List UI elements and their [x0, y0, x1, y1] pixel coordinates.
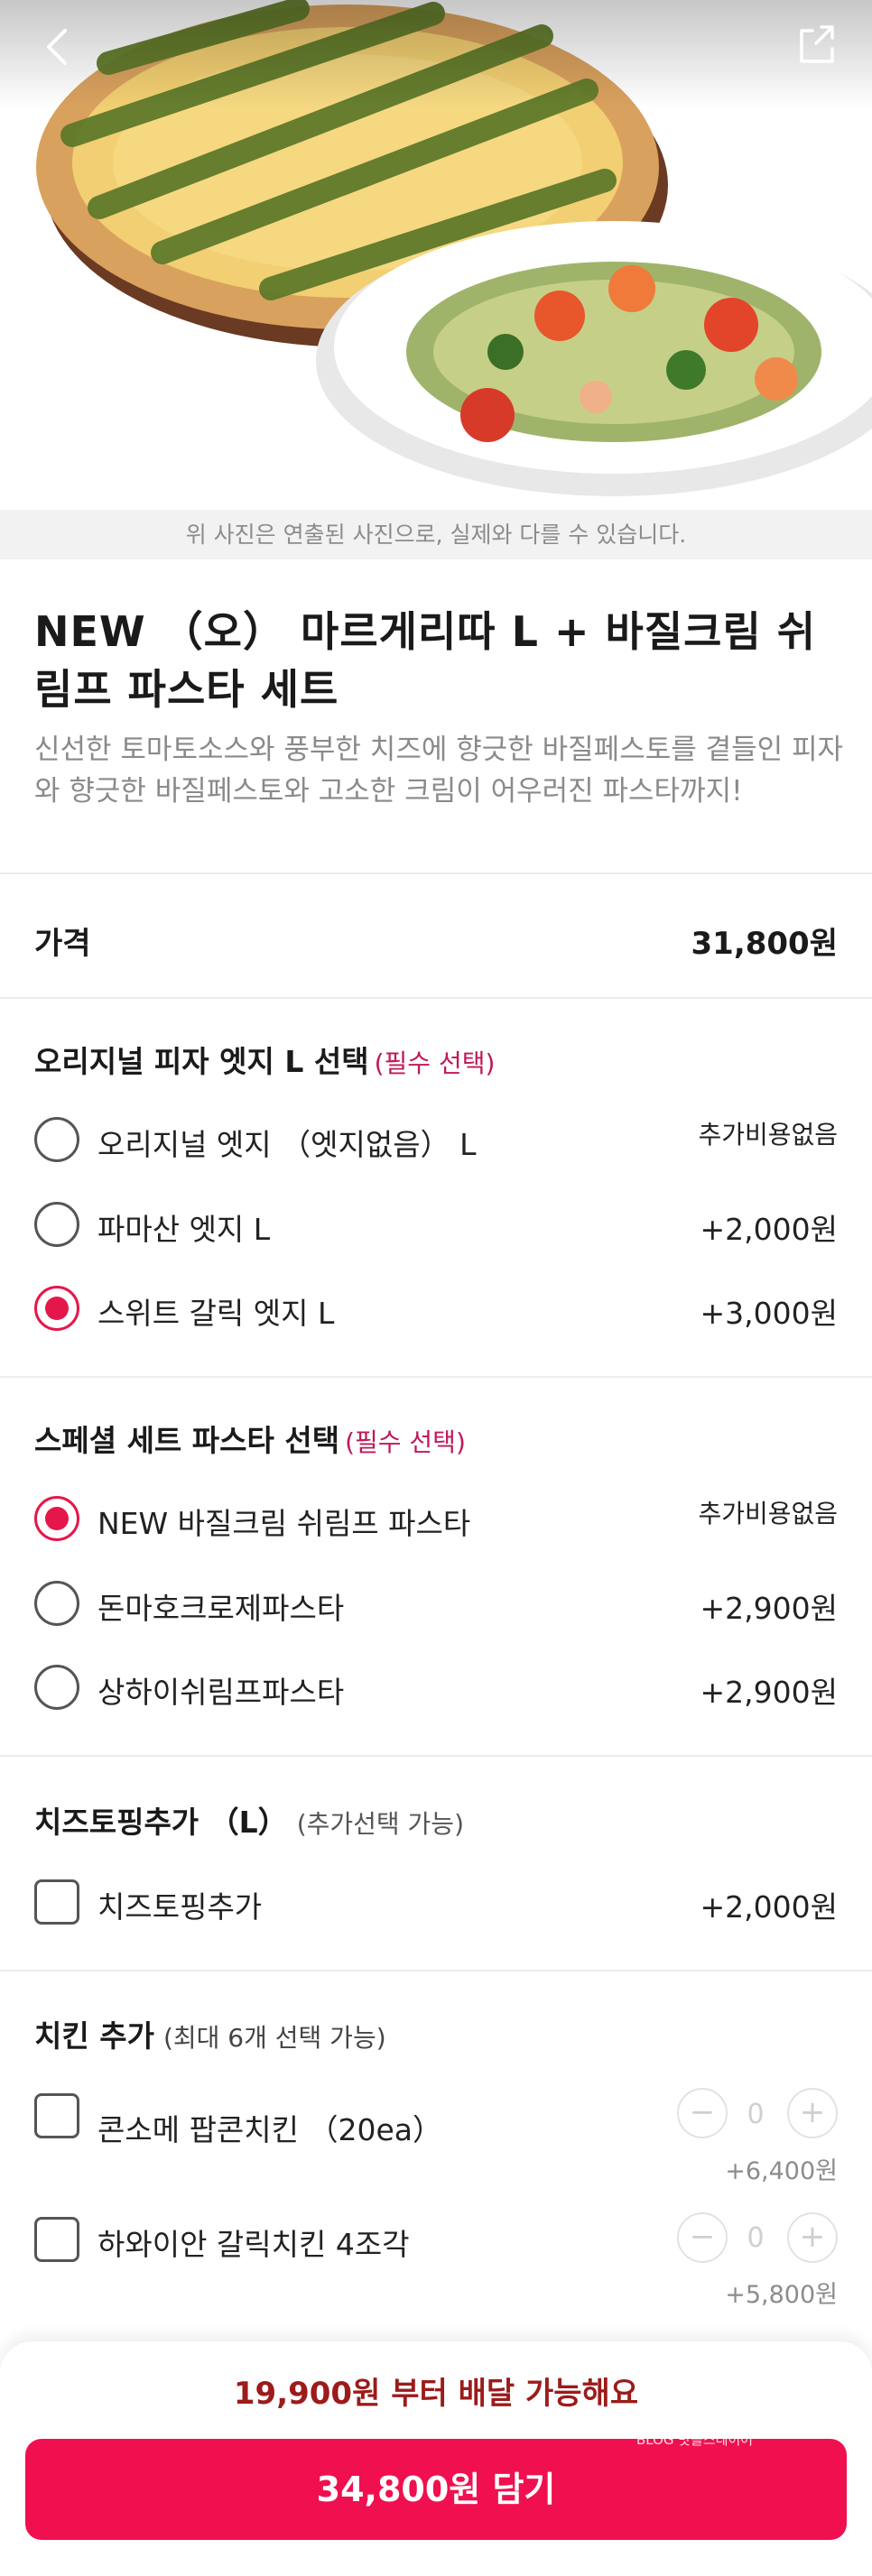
radio-button[interactable] [34, 1202, 79, 1247]
pasta-option-shanghai[interactable]: 상하이쉬림프파스타 +2,900원 [0, 1656, 872, 1719]
option-label: NEW 바질크림 쉬림프 파스타 [97, 1506, 471, 1541]
option-price: +2,000원 [700, 1212, 838, 1247]
pasta-section-title-text: 스페셜 세트 파스타 선택 [34, 1423, 340, 1458]
divider [0, 1970, 872, 1971]
cheese-option-topping[interactable]: 치즈토핑추가 +2,000원 [0, 1870, 872, 1934]
option-label: 상하이쉬림프파스타 [97, 1675, 345, 1710]
option-price: +6,400원 [725, 2157, 838, 2185]
quantity-minus-button[interactable]: − [677, 2212, 728, 2263]
radio-button-selected[interactable] [34, 1496, 79, 1541]
min-delivery-notice: 19,900원 부터 배달 가능해요 [233, 2376, 639, 2412]
required-tag: (필수 선택) [374, 1048, 496, 1078]
quantity-value: 0 [747, 2099, 765, 2130]
add-to-cart-button[interactable]: 34,800원 담기 [25, 2439, 847, 2540]
divider [0, 1755, 872, 1757]
radio-button[interactable] [34, 1665, 79, 1710]
chevron-left-icon [47, 29, 67, 65]
edge-option-parmesan[interactable]: 파마산 엣지 L +2,000원 [0, 1193, 872, 1256]
product-hero-image [0, 0, 872, 510]
option-label: 스위트 갈릭 엣지 L [97, 1296, 335, 1331]
option-label: 치즈토핑추가 [97, 1889, 263, 1925]
checkbox[interactable] [34, 2093, 79, 2138]
option-label: 파마산 엣지 L [97, 1212, 271, 1247]
quantity-value: 0 [747, 2222, 765, 2254]
pasta-option-rose[interactable]: 돈마호크로제파스타 +2,900원 [0, 1572, 872, 1635]
price-value: 31,800원 [691, 926, 838, 962]
edge-section-title-text: 오리지널 피자 엣지 L 선택 [34, 1044, 369, 1079]
option-price: +3,000원 [700, 1296, 838, 1331]
option-price: 추가비용없음 [698, 1499, 838, 1528]
edge-option-original[interactable]: 오리지널 엣지 （엣지없음） L 추가비용없음 [0, 1108, 872, 1171]
option-label: 하와이안 갈릭치킨 4조각 [97, 2227, 410, 2262]
product-title: NEW （오） 마르게리따 L + 바질크림 쉬림프 파스타 세트 [34, 607, 817, 714]
radio-button[interactable] [34, 1117, 79, 1162]
optional-tag: (최대 6개 선택 가능) [162, 2023, 386, 2053]
divider [0, 997, 872, 999]
cheese-section-title-text: 치즈토핑추가 （L） [34, 1805, 288, 1840]
option-price: +2,900원 [700, 1675, 838, 1710]
checkbox[interactable] [34, 1879, 79, 1925]
option-label: 돈마호크로제파스타 [97, 1591, 345, 1626]
edge-option-sweet-garlic[interactable]: 스위트 갈릭 엣지 L +3,000원 [0, 1277, 872, 1340]
pasta-section-title: 스페셜 세트 파스타 선택 (필수 선택) [34, 1417, 466, 1460]
blog-watermark: BLOG 맛을스레이어 [636, 2432, 754, 2448]
pasta-option-basil-cream[interactable]: NEW 바질크림 쉬림프 파스타 추가비용없음 [0, 1487, 872, 1550]
chicken-section-title: 치킨 추가 (최대 6개 선택 가능) [34, 2012, 386, 2055]
quantity-plus-button[interactable]: + [787, 2212, 838, 2263]
checkbox[interactable] [34, 2217, 79, 2262]
optional-tag: (추가선택 가능) [296, 1809, 464, 1839]
quantity-minus-button[interactable]: − [677, 2088, 728, 2138]
divider [0, 1376, 872, 1378]
bottom-order-bar: 19,900원 부터 배달 가능해요 34,800원 담기 BLOG 맛을스레이… [0, 2341, 872, 2576]
required-tag: (필수 선택) [345, 1427, 466, 1457]
divider [0, 873, 872, 874]
option-price: +5,800원 [725, 2281, 838, 2309]
hero-top-shade [0, 0, 872, 108]
option-label: 오리지널 엣지 （엣지없음） L [97, 1127, 477, 1162]
edge-section-title: 오리지널 피자 엣지 L 선택 (필수 선택) [34, 1038, 495, 1081]
share-button[interactable] [791, 18, 845, 72]
quantity-plus-button[interactable]: + [787, 2088, 838, 2138]
photo-disclaimer: 위 사진은 연출된 사진으로, 실제와 다를 수 있습니다. [0, 510, 872, 559]
radio-button-selected[interactable] [34, 1286, 79, 1331]
price-label: 가격 [34, 926, 91, 962]
option-price: 추가비용없음 [698, 1120, 838, 1150]
share-icon [800, 25, 834, 63]
radio-button[interactable] [34, 1581, 79, 1626]
cheese-section-title: 치즈토핑추가 （L） (추가선택 가능) [34, 1798, 464, 1842]
option-label: 콘소메 팝콘치킨 （20ea） [97, 2112, 443, 2147]
product-description: 신선한 토마토소스와 풍부한 치즈에 향긋한 바질페스토를 곁들인 피자와 향긋… [34, 734, 844, 808]
back-button[interactable] [32, 20, 87, 74]
option-price: +2,000원 [700, 1889, 838, 1925]
option-price: +2,900원 [700, 1591, 838, 1626]
chicken-section-title-text: 치킨 추가 [34, 2018, 154, 2054]
